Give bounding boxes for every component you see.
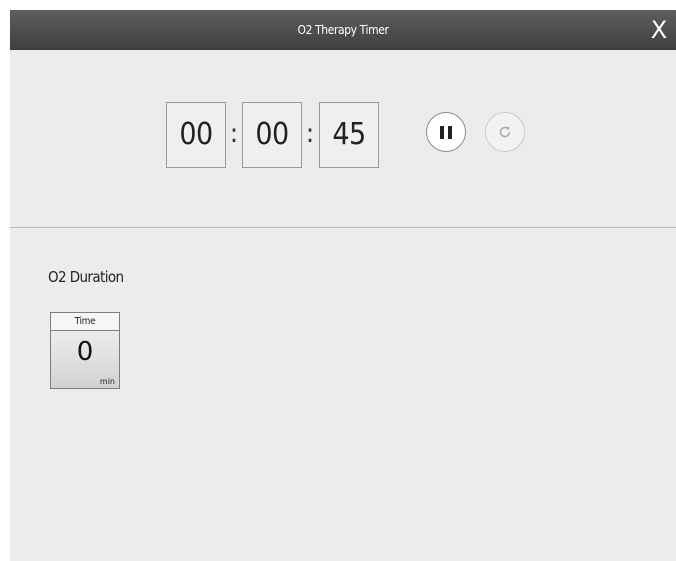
hours-display: 00	[166, 102, 226, 168]
minutes-seconds-separator: :	[305, 119, 315, 149]
duration-unit: min	[99, 377, 115, 386]
reset-button[interactable]	[485, 112, 525, 152]
title-bar: O2 Therapy Timer X	[10, 10, 676, 50]
o2-therapy-timer-dialog: O2 Therapy Timer X 00 : 00 : 45 O2 Durat…	[10, 10, 676, 561]
hours-minutes-separator: :	[229, 119, 239, 149]
time-tile-label: Time	[51, 313, 119, 331]
close-button[interactable]: X	[644, 14, 674, 46]
reset-icon	[499, 126, 511, 138]
o2-duration-title: O2 Duration	[48, 268, 124, 286]
minutes-display: 00	[242, 102, 302, 168]
time-duration-tile[interactable]: Time 0 min	[50, 312, 120, 389]
pause-button[interactable]	[426, 112, 466, 152]
seconds-display: 45	[319, 102, 379, 168]
section-divider	[10, 227, 676, 228]
timer-display: 00 : 00 : 45	[10, 50, 676, 226]
duration-value: 0	[76, 337, 94, 367]
window-title: O2 Therapy Timer	[297, 23, 389, 37]
